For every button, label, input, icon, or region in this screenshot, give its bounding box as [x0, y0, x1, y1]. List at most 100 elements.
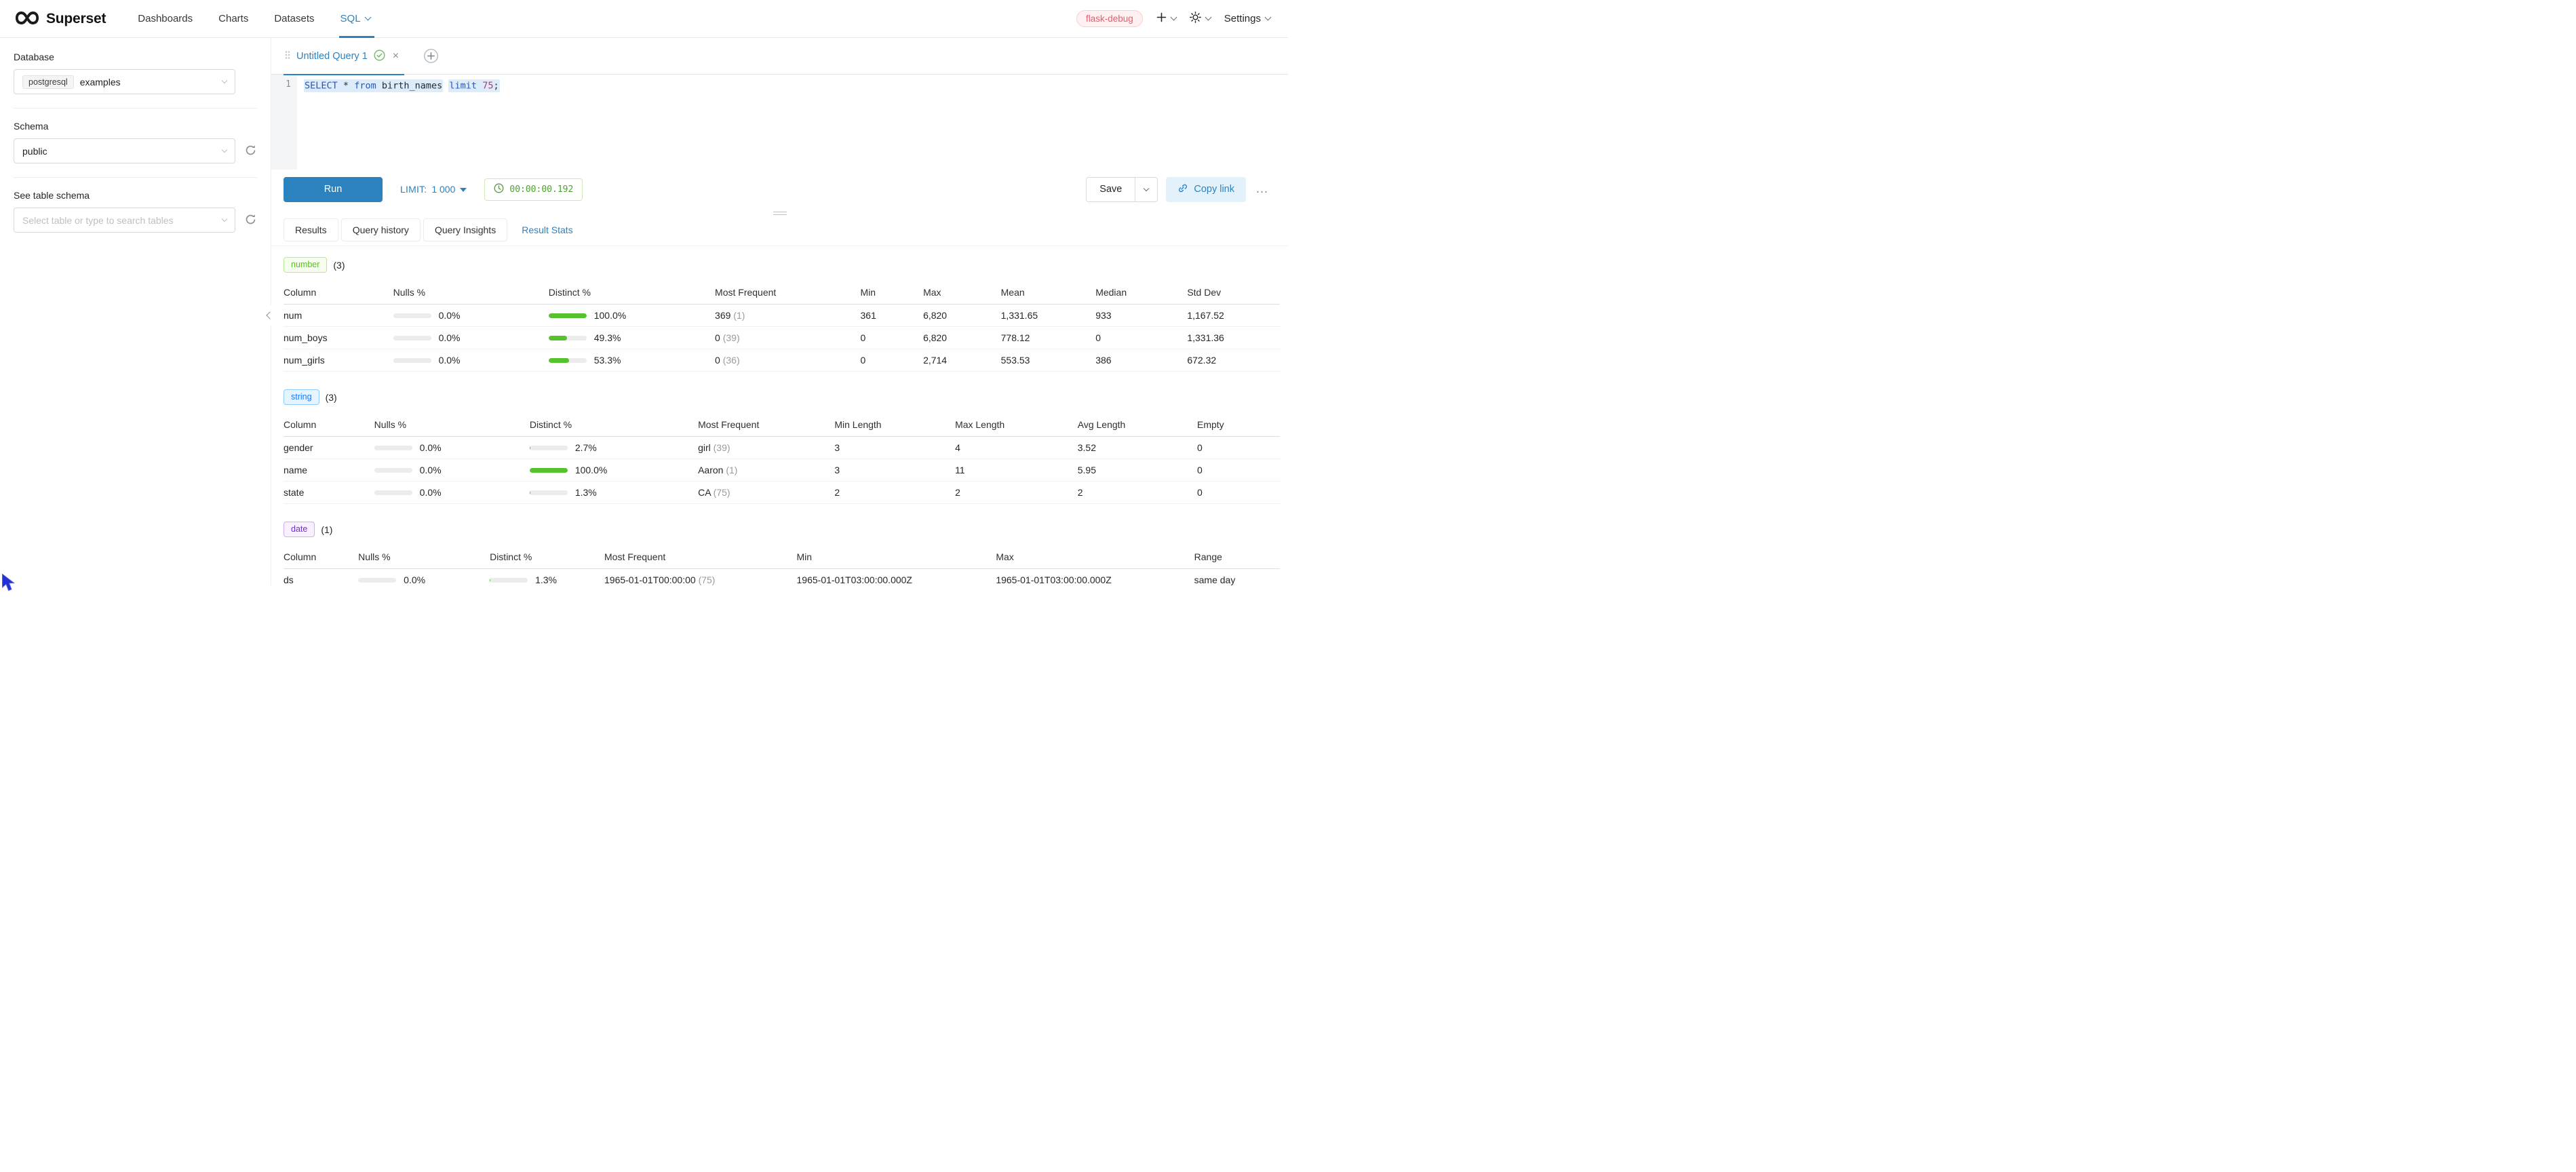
col-header: Distinct % [490, 545, 604, 569]
navbar-right: flask-debug Settings [1076, 10, 1270, 27]
col-header: Nulls % [393, 281, 549, 305]
pane-resize-handle[interactable] [271, 209, 1288, 217]
database-label: Database [14, 52, 257, 62]
more-actions-button[interactable]: … [1254, 182, 1270, 197]
tab-query-insights-label: Query Insights [435, 224, 496, 235]
col-header: Distinct % [549, 281, 715, 305]
cell-max-length: 11 [955, 459, 1078, 482]
cell-median: 386 [1095, 349, 1187, 372]
table-header-row: Column Nulls % Distinct % Most Frequent … [284, 413, 1280, 437]
chevron-down-icon [364, 14, 371, 21]
close-tab-icon[interactable]: × [393, 51, 399, 62]
query-tab-title: Untitled Query 1 [296, 51, 368, 62]
limit-dropdown[interactable]: LIMIT: 1 000 [400, 184, 467, 195]
number-stats-table: Column Nulls % Distinct % Most Frequent … [284, 281, 1280, 372]
cell-empty: 0 [1197, 459, 1280, 482]
cell-avg-length: 2 [1078, 482, 1197, 504]
cell-avg-length: 3.52 [1078, 437, 1197, 459]
table-row: state 0.0% 1.3% CA (75) 2 2 2 0 [284, 482, 1280, 504]
copy-link-label: Copy link [1194, 184, 1234, 195]
nav-sql[interactable]: SQL [328, 0, 383, 38]
table-select-input[interactable] [22, 215, 216, 226]
progress-track [549, 358, 587, 363]
cell-median: 933 [1095, 305, 1187, 327]
sql-code-line: SELECT * from birth_names limit 75; [304, 79, 1281, 92]
refresh-tables-button[interactable] [243, 214, 257, 227]
cell-max: 6,820 [923, 305, 1001, 327]
type-count: (3) [333, 260, 345, 271]
schema-select[interactable]: public [14, 138, 235, 163]
cell-column: gender [284, 437, 374, 459]
progress-track [393, 313, 431, 318]
progress-track [374, 468, 412, 473]
table-select[interactable] [14, 208, 235, 233]
cell-nulls: 0.0% [393, 349, 549, 372]
type-count: (1) [321, 524, 332, 535]
cell-avg-length: 5.95 [1078, 459, 1197, 482]
progress-track [393, 336, 431, 340]
cell-min: 0 [861, 327, 924, 349]
col-header: Avg Length [1078, 413, 1197, 437]
tab-result-stats[interactable]: Result Stats [510, 218, 584, 241]
query-tab[interactable]: Untitled Query 1 × [284, 38, 404, 75]
nav-dashboards-label: Dashboards [138, 13, 193, 24]
refresh-icon [245, 144, 256, 158]
table-row: ds 0.0% 1.3% 1965-01-01T00:00:00 (75) 19… [284, 569, 1280, 586]
cell-column: num_boys [284, 327, 393, 349]
nav-charts[interactable]: Charts [206, 0, 261, 38]
new-query-tab-button[interactable] [423, 48, 439, 64]
cell-median: 0 [1095, 327, 1187, 349]
cell-column: num_girls [284, 349, 393, 372]
chevron-down-icon [222, 77, 227, 83]
progress-track [549, 336, 587, 340]
new-item-button[interactable] [1156, 12, 1176, 25]
run-button[interactable]: Run [284, 177, 383, 202]
chevron-down-icon [1144, 186, 1149, 191]
grip-icon [773, 212, 787, 215]
cell-std: 672.32 [1187, 349, 1280, 372]
nav-dashboards[interactable]: Dashboards [125, 0, 206, 38]
sql-identifier: birth_names [382, 80, 442, 91]
cell-max-length: 2 [955, 482, 1078, 504]
cell-most-frequent: 0 (36) [715, 349, 860, 372]
col-header: Nulls % [358, 545, 490, 569]
cell-distinct: 1.3% [530, 482, 698, 504]
sql-code-area[interactable]: SELECT * from birth_names limit 75; [297, 75, 1288, 170]
table-row: name 0.0% 100.0% Aaron (1) 3 11 5.95 0 [284, 459, 1280, 482]
sidebar-collapse-handle[interactable] [264, 305, 276, 326]
tab-query-history[interactable]: Query history [341, 218, 421, 241]
type-badge-number: number [284, 257, 327, 273]
cell-max: 1965-01-01T03:00:00.000Z [996, 569, 1194, 586]
cell-most-frequent: CA (75) [698, 482, 834, 504]
database-select[interactable]: postgresql examples [14, 69, 235, 94]
superset-infinity-icon [15, 11, 39, 27]
refresh-schemas-button[interactable] [243, 144, 257, 158]
cell-distinct: 1.3% [490, 569, 604, 586]
query-timer: 00:00:00.192 [484, 178, 583, 201]
cell-mean: 553.53 [1001, 349, 1096, 372]
save-button[interactable]: Save [1086, 177, 1135, 202]
tab-query-insights[interactable]: Query Insights [423, 218, 507, 241]
app-body: Database postgresql examples Schema publ… [0, 38, 1288, 585]
type-count: (3) [326, 392, 337, 403]
tab-results[interactable]: Results [284, 218, 338, 241]
clock-icon [494, 183, 504, 196]
save-dropdown-button[interactable] [1135, 177, 1158, 202]
superset-logo[interactable]: Superset [15, 11, 106, 27]
chevron-down-icon [222, 146, 227, 152]
limit-value: 1 000 [431, 184, 455, 195]
nav-datasets[interactable]: Datasets [261, 0, 327, 38]
col-header: Column [284, 545, 358, 569]
sql-operator: * [343, 80, 349, 91]
copy-link-button[interactable]: Copy link [1166, 177, 1246, 202]
cell-nulls: 0.0% [393, 305, 549, 327]
col-header: Column [284, 281, 393, 305]
limit-label: LIMIT: [400, 184, 427, 195]
settings-menu[interactable]: Settings [1224, 13, 1270, 24]
chevron-down-icon [1205, 14, 1211, 21]
sql-semicolon: ; [493, 80, 499, 91]
line-number: 1 [286, 79, 291, 90]
col-header: Median [1095, 281, 1187, 305]
table-row: num 0.0% 100.0% 369 (1) 361 6,820 1,331.… [284, 305, 1280, 327]
theme-toggle-button[interactable] [1190, 12, 1211, 26]
